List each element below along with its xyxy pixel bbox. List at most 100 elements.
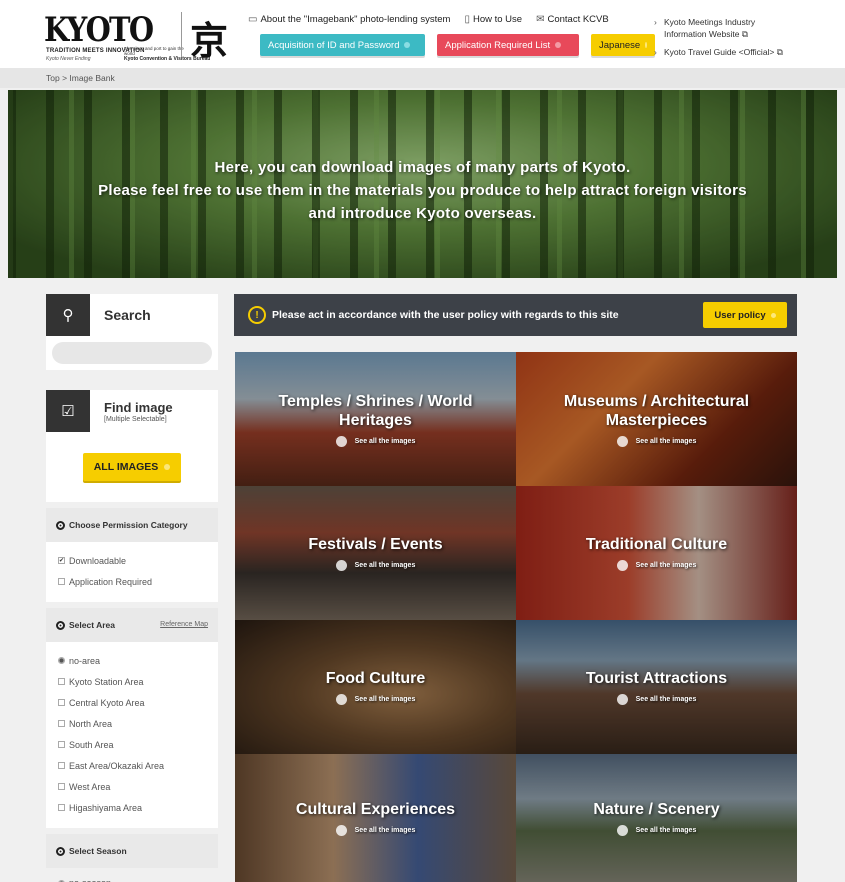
see-all-link[interactable]: See all the images: [335, 694, 415, 705]
see-all-link[interactable]: See all the images: [335, 435, 416, 447]
area-option[interactable]: Central Kyoto Area: [58, 692, 208, 713]
permission-options: ✔ Downloadable Application Required: [46, 542, 218, 602]
checkbox[interactable]: [58, 678, 65, 685]
circle-arrow-icon: [335, 560, 347, 571]
area-option[interactable]: Kyoto Station Area: [58, 671, 208, 692]
book-icon: ▯: [464, 14, 470, 25]
area-option-label: Higashiyama Area: [69, 802, 143, 813]
search-header: ⚲ Search: [46, 294, 218, 336]
category-tile-temples[interactable]: Temples / Shrines / World Heritages See …: [235, 352, 516, 486]
category-tile-cultural-experiences[interactable]: Cultural Experiences See all the images: [235, 754, 516, 882]
area-option[interactable]: no-area: [58, 650, 208, 671]
arrow-dot-icon: [404, 42, 411, 48]
checkbox[interactable]: [58, 741, 65, 748]
area-option-label: East Area/Okazaki Area: [69, 760, 165, 771]
filter-sidebar: ⚲ Search ☑ Find image [Multiple Selectab…: [46, 294, 218, 882]
all-images-wrap: ALL IMAGES: [46, 432, 218, 502]
see-all-link[interactable]: See all the images: [616, 694, 697, 705]
logo-kanji: 京: [190, 18, 229, 63]
category-title: Cultural Experiences: [295, 801, 456, 818]
hero-line-1: Here, you can download images of many pa…: [214, 159, 631, 176]
area-option[interactable]: Higashiyama Area: [58, 797, 208, 818]
breadcrumb[interactable]: Top > Image Bank: [0, 68, 845, 88]
arrow-dot-icon: [164, 464, 171, 470]
permission-option[interactable]: ✔ Downloadable: [58, 550, 208, 571]
checkbox[interactable]: [58, 699, 65, 706]
category-tile-tourist-attractions[interactable]: Tourist Attractions See all the images: [516, 620, 797, 754]
application-list-button[interactable]: Application Required List: [437, 34, 579, 56]
all-images-label: ALL IMAGES: [93, 461, 159, 473]
checkbox[interactable]: [58, 783, 65, 790]
nav-contact[interactable]: ✉ Contact KCVB: [536, 14, 609, 25]
checkbox-checked[interactable]: ✔: [58, 557, 65, 564]
external-window-icon: ⧉: [741, 29, 748, 39]
season-option[interactable]: no-season: [46, 878, 218, 882]
search-input[interactable]: [52, 342, 212, 364]
category-title: Tourist Attractions: [585, 670, 728, 687]
category-tile-festivals[interactable]: Festivals / Events See all the images: [235, 486, 516, 620]
see-all-label: See all the images: [354, 827, 416, 834]
see-all-link[interactable]: See all the images: [616, 560, 697, 571]
area-option-label: West Area: [69, 781, 111, 792]
circle-arrow-icon: [616, 694, 628, 705]
travel-guide-link[interactable]: Kyoto Travel Guide <Official> ⧉: [654, 46, 784, 58]
logo-divider: [181, 12, 182, 56]
checkbox[interactable]: [58, 804, 65, 811]
nav-how-to-use[interactable]: ▯ How to Use: [464, 14, 522, 25]
checkbox[interactable]: [58, 720, 65, 727]
area-option[interactable]: South Area: [58, 734, 208, 755]
nav-about-label: About the "Imagebank" photo-lending syst…: [260, 14, 451, 25]
hero-line-3: and introduce Kyoto overseas.: [308, 205, 537, 222]
search-icon: ⚲: [46, 294, 90, 336]
checkbox[interactable]: [58, 578, 65, 585]
meetings-link[interactable]: Kyoto Meetings Industry Information Webs…: [654, 16, 784, 40]
area-option[interactable]: West Area: [58, 776, 208, 797]
arrow-dot-icon: [645, 42, 647, 48]
user-policy-button[interactable]: User policy: [703, 302, 787, 328]
arrow-dot-icon: [555, 42, 562, 48]
nav-how-to-use-label: How to Use: [472, 14, 523, 25]
radio-selected[interactable]: [58, 657, 65, 664]
area-options: no-area Kyoto Station Area Central Kyoto…: [46, 642, 218, 828]
external-window-icon: ⧉: [776, 47, 783, 57]
category-tile-food-culture[interactable]: Food Culture See all the images: [235, 620, 516, 754]
japanese-language-button[interactable]: Japanese: [591, 34, 655, 56]
see-all-label: See all the images: [354, 437, 416, 445]
permission-option[interactable]: Application Required: [58, 571, 208, 592]
area-option[interactable]: East Area/Okazaki Area: [58, 755, 208, 776]
season-section-header: Select Season: [46, 834, 218, 868]
nav-about[interactable]: ▭ About the "Imagebank" photo-lending sy…: [248, 14, 450, 25]
category-tile-nature-scenery[interactable]: Nature / Scenery See all the images: [516, 754, 797, 882]
see-all-label: See all the images: [635, 562, 697, 569]
logo-subtitle: Kyoto Never Ending: [46, 56, 91, 62]
see-all-link[interactable]: See all the images: [335, 560, 415, 571]
see-all-label: See all the images: [635, 827, 697, 834]
see-all-link[interactable]: See all the images: [616, 435, 696, 447]
see-all-link[interactable]: See all the images: [616, 825, 697, 836]
acquisition-button[interactable]: Acquisition of ID and Password: [260, 34, 425, 56]
all-images-button[interactable]: ALL IMAGES: [83, 453, 181, 481]
category-title: Nature / Scenery: [593, 801, 720, 818]
category-tile-traditional-culture[interactable]: Traditional Culture See all the images: [516, 486, 797, 620]
area-section-header: Select Area Reference Map: [46, 608, 218, 642]
see-all-label: See all the images: [635, 696, 697, 703]
checkbox[interactable]: [58, 762, 65, 769]
area-option-label: Central Kyoto Area: [69, 697, 145, 708]
application-list-label: Application Required List: [445, 39, 551, 51]
permission-title: Choose Permission Category: [69, 520, 188, 530]
kyoto-logo[interactable]: KYOTO TRADITION MEETS INNOVATION Kyoto N…: [44, 10, 228, 63]
external-links: Kyoto Meetings Industry Information Webs…: [654, 16, 784, 64]
area-option[interactable]: North Area: [58, 713, 208, 734]
circle-arrow-icon: [335, 825, 347, 836]
japanese-label: Japanese: [599, 39, 641, 51]
see-all-link[interactable]: See all the images: [335, 825, 416, 836]
mail-icon: ✉: [536, 14, 545, 25]
site-header: KYOTO TRADITION MEETS INNOVATION Kyoto N…: [0, 0, 845, 68]
category-title: Traditional Culture: [585, 536, 728, 553]
area-option-label: North Area: [69, 718, 113, 729]
category-tile-museums[interactable]: Museums / Architectural Masterpieces See…: [516, 352, 797, 486]
header-buttons: Acquisition of ID and Password Applicati…: [260, 34, 655, 56]
top-nav: ▭ About the "Imagebank" photo-lending sy…: [248, 14, 609, 25]
category-title: Food Culture: [325, 670, 426, 687]
reference-map-link[interactable]: Reference Map: [160, 621, 208, 628]
